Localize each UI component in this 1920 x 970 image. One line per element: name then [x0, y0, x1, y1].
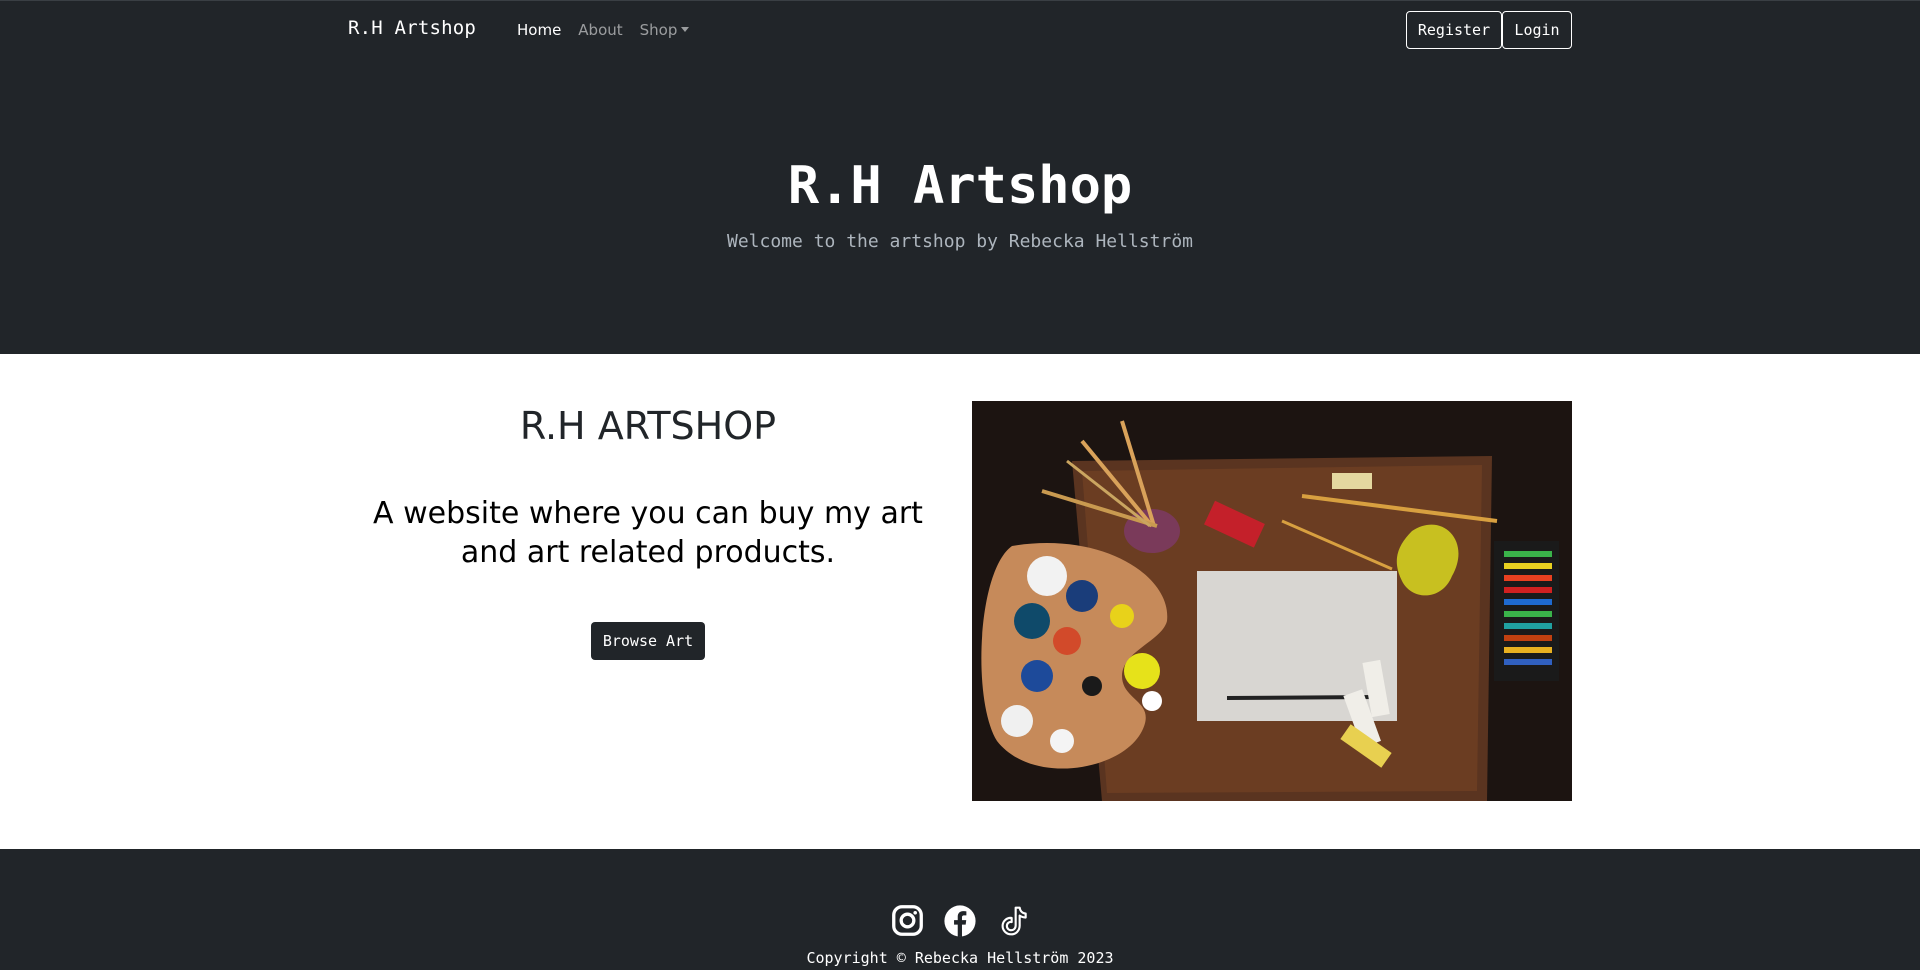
footer: Copyright © Rebecka Hellström 2023: [0, 849, 1920, 970]
browse-art-button[interactable]: Browse Art: [590, 622, 706, 660]
caret-down-icon: [681, 27, 690, 32]
nav-link-shop[interactable]: Shop: [640, 21, 690, 39]
nav-link-home[interactable]: Home: [517, 21, 561, 39]
navbar: R.H Artshop Home About Shop Register Log…: [0, 0, 1920, 57]
intro-section: R.H ARTSHOP A website where you can buy …: [348, 400, 948, 660]
intro-heading: R.H ARTSHOP: [519, 404, 777, 448]
login-button[interactable]: Login: [1502, 11, 1572, 49]
nav-links: Home About Shop: [517, 21, 706, 39]
nav-link-about[interactable]: About: [578, 21, 622, 39]
hero-section: R.H Artshop Welcome to the artshop by Re…: [0, 57, 1920, 354]
instagram-icon[interactable]: [890, 903, 925, 938]
nav-link-shop-label: Shop: [639, 21, 678, 39]
intro-text: A website where you can buy my art and a…: [373, 496, 923, 570]
brand-logo[interactable]: R.H Artshop: [348, 17, 476, 39]
register-button[interactable]: Register: [1406, 11, 1502, 49]
hero-title: R.H Artshop: [787, 156, 1133, 216]
artist-desk-image: [972, 401, 1572, 801]
tiktok-icon[interactable]: [996, 903, 1031, 938]
hero-subtitle: Welcome to the artshop by Rebecka Hellst…: [727, 231, 1193, 252]
social-links: [0, 903, 1920, 938]
copyright-text: Copyright © Rebecka Hellström 2023: [806, 949, 1114, 967]
facebook-icon[interactable]: [943, 903, 978, 938]
